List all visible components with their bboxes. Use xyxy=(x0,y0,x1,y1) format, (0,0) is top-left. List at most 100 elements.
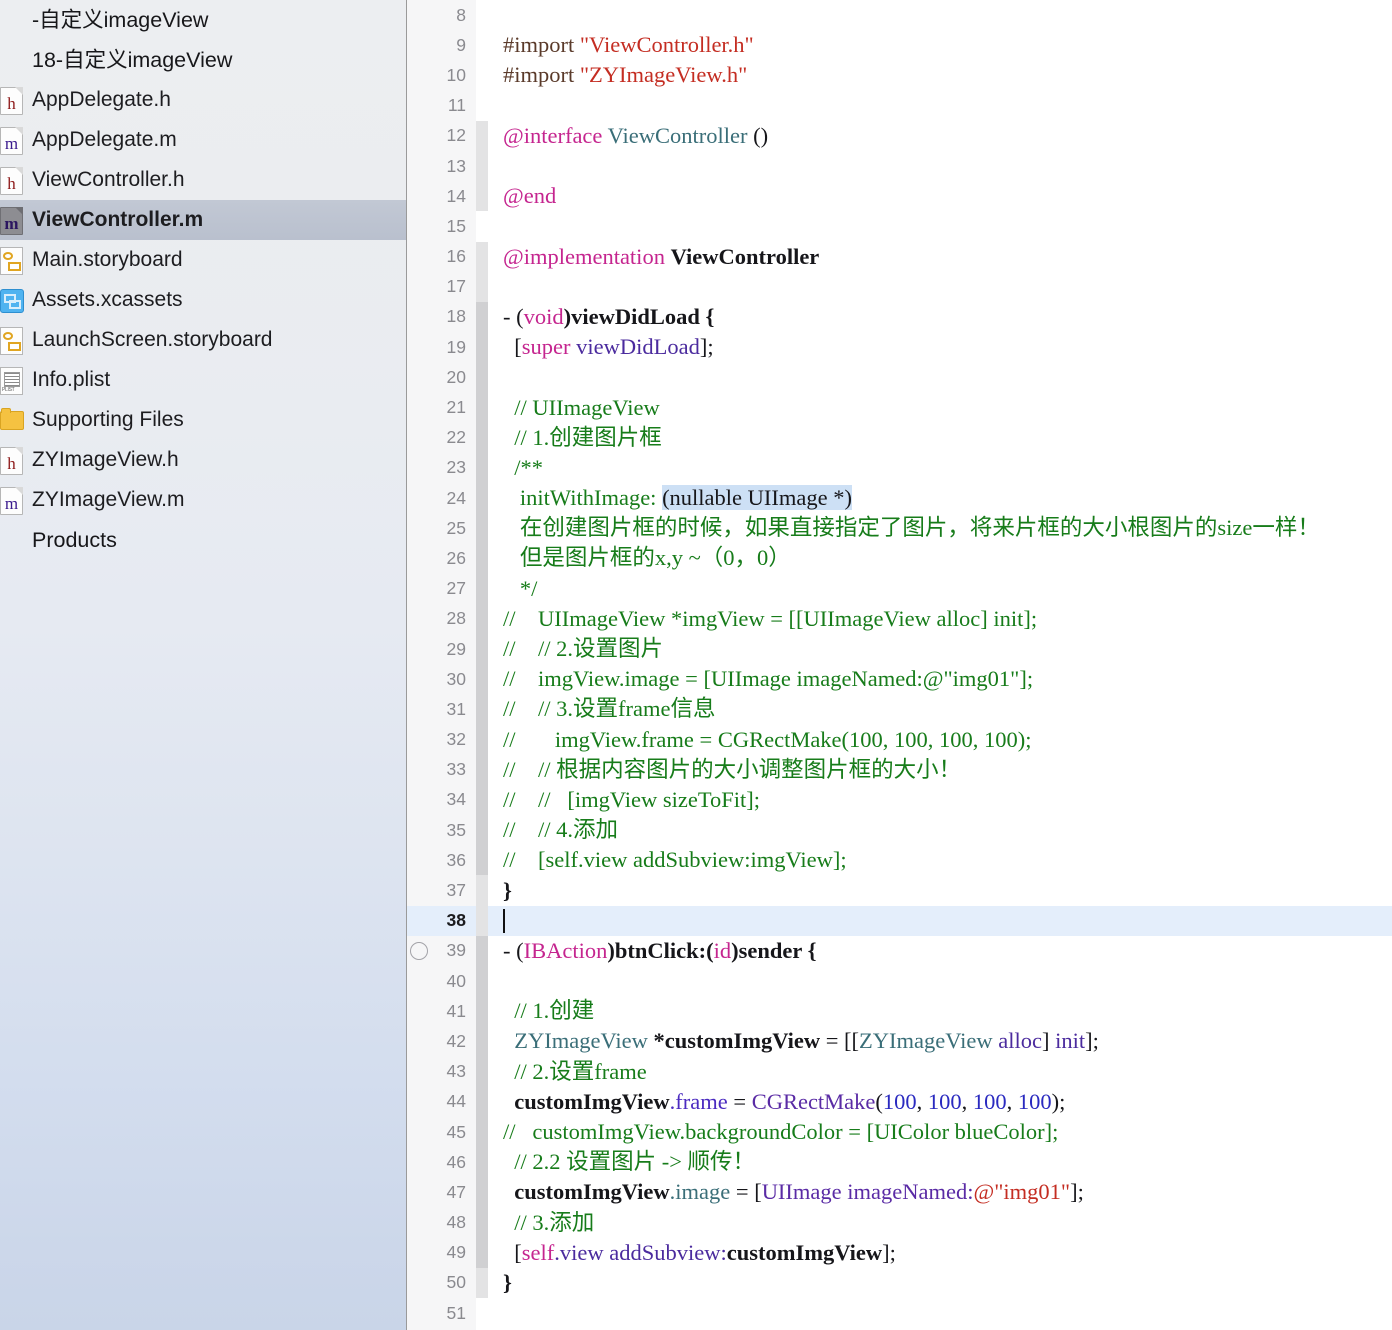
code-text[interactable]: [super viewDidLoad]; xyxy=(488,332,1392,362)
code-line[interactable]: 35 // // 4.添加 xyxy=(407,815,1392,846)
code-line[interactable]: 49 [self.view addSubview:customImgView]; xyxy=(407,1237,1392,1268)
fold-ribbon-segment[interactable] xyxy=(476,815,488,846)
fold-ribbon-segment[interactable] xyxy=(476,271,488,302)
navigator-item-supporting-files[interactable]: Supporting Files xyxy=(0,400,407,440)
code-line[interactable]: 37} xyxy=(407,875,1392,906)
fold-ribbon-segment[interactable] xyxy=(476,724,488,755)
navigator-item-products[interactable]: Products xyxy=(0,520,407,560)
navigator-item-main.storyboard[interactable]: Main.storyboard xyxy=(0,240,407,280)
code-text[interactable]: ZYImageView *customImgView = [[ZYImageVi… xyxy=(488,1026,1392,1056)
code-text[interactable]: // // 4.添加 xyxy=(488,815,1392,845)
fold-ribbon-segment[interactable] xyxy=(476,301,488,333)
code-text[interactable]: } xyxy=(488,876,1392,906)
navigator-item-viewcontroller.h[interactable]: h ViewController.h xyxy=(0,160,407,200)
code-text[interactable]: // // 2.设置图片 xyxy=(488,634,1392,664)
code-line[interactable]: 32 // imgView.frame = CGRectMake(100, 100… xyxy=(407,724,1392,755)
fold-ribbon-segment[interactable] xyxy=(476,603,488,634)
code-text[interactable]: @end xyxy=(488,181,1392,211)
fold-ribbon-segment[interactable] xyxy=(476,784,488,816)
code-line[interactable]: 48 // 3.添加 xyxy=(407,1207,1392,1238)
code-text[interactable]: - (void)viewDidLoad { xyxy=(488,302,1392,332)
fold-ribbon-segment[interactable] xyxy=(476,513,488,544)
code-line[interactable]: 9 #import "ViewController.h" xyxy=(407,30,1392,60)
fold-ribbon-segment[interactable] xyxy=(476,30,488,60)
code-line[interactable]: 13 xyxy=(407,150,1392,182)
fold-ribbon-segment[interactable] xyxy=(476,754,488,785)
code-text[interactable]: // 2.2 设置图片 -> 顺传！ xyxy=(488,1147,1392,1177)
fold-ribbon-segment[interactable] xyxy=(476,362,488,393)
navigator-item-zyimageview.m[interactable]: m ZYImageView.m xyxy=(0,480,407,520)
code-line[interactable]: 30 // imgView.image = [UIImage imageNamed… xyxy=(407,664,1392,695)
code-line[interactable]: 25 在创建图片框的时候，如果直接指定了图片，将来片框的大小根图片的size一样… xyxy=(407,513,1392,544)
fold-ribbon-segment[interactable] xyxy=(476,150,488,182)
fold-ribbon-segment[interactable] xyxy=(476,483,488,514)
fold-ribbon-segment[interactable] xyxy=(476,241,488,272)
fold-ribbon-segment[interactable] xyxy=(476,664,488,695)
code-line[interactable]: 43 // 2.设置frame xyxy=(407,1056,1392,1087)
code-line[interactable]: 46 // 2.2 设置图片 -> 顺传！ xyxy=(407,1147,1392,1178)
navigator-item-assets.xcassets[interactable]: Assets.xcassets xyxy=(0,280,407,320)
code-line[interactable]: 15 xyxy=(407,211,1392,241)
code-text[interactable]: initWithImage: (nullable UIImage *) xyxy=(488,483,1392,513)
navigator-item-zyimageview.h[interactable]: h ZYImageView.h xyxy=(0,440,407,480)
fold-ribbon-segment[interactable] xyxy=(476,1207,488,1238)
code-line[interactable]: 31 // // 3.设置frame信息 xyxy=(407,694,1392,725)
code-text[interactable]: // customImgView.backgroundColor = [UICo… xyxy=(488,1117,1392,1147)
project-navigator-list[interactable]: -自定义imageView 18-自定义imageView h AppDelegate… xyxy=(0,0,407,560)
code-line[interactable]: 39- (IBAction)btnClick:(id)sender { xyxy=(407,935,1392,966)
code-line[interactable]: 34 // // [imgView sizeToFit]; xyxy=(407,784,1392,816)
code-text[interactable]: // 1.创建 xyxy=(488,996,1392,1026)
code-text[interactable]: // // 根据内容图片的大小调整图片框的大小！ xyxy=(488,755,1392,785)
fold-ribbon-segment[interactable] xyxy=(476,573,488,604)
code-lines-container[interactable]: 8 9 #import "ViewController.h" 10 #import "Z… xyxy=(407,0,1392,1330)
code-text[interactable]: */ xyxy=(488,574,1392,604)
fold-ribbon-segment[interactable] xyxy=(476,120,488,151)
fold-ribbon-segment[interactable] xyxy=(476,1298,488,1328)
code-text[interactable]: // 2.设置frame xyxy=(488,1057,1392,1087)
project-navigator[interactable]: -自定义imageView 18-自定义imageView h AppDelegate… xyxy=(0,0,407,1330)
code-text[interactable]: // 3.添加 xyxy=(488,1208,1392,1238)
code-text[interactable]: } xyxy=(488,1268,1392,1298)
navigator-item-viewcontroller.m[interactable]: m ViewController.m xyxy=(0,200,407,240)
fold-ribbon-segment[interactable] xyxy=(476,332,488,363)
code-text[interactable]: @implementation ViewController xyxy=(488,242,1392,272)
code-line[interactable]: 11 xyxy=(407,91,1392,121)
code-line[interactable]: 41 // 1.创建 xyxy=(407,996,1392,1027)
code-line[interactable]: 10 #import "ZYImageView.h" xyxy=(407,60,1392,90)
code-line[interactable]: 14 @end xyxy=(407,181,1392,212)
fold-ribbon-segment[interactable] xyxy=(476,1237,488,1268)
code-line[interactable]: 26 但是图片框的x,y ~（0，0） xyxy=(407,543,1392,574)
code-line[interactable]: 50} xyxy=(407,1267,1392,1299)
fold-ribbon-segment[interactable] xyxy=(476,60,488,90)
code-line[interactable]: 21 // UIImageView xyxy=(407,392,1392,423)
code-text[interactable]: - (IBAction)btnClick:(id)sender { xyxy=(488,936,1392,966)
code-line[interactable]: 47 customImgView.image = [UIImage imageN… xyxy=(407,1177,1392,1208)
code-text[interactable]: 在创建图片框的时候，如果直接指定了图片，将来片框的大小根图片的size一样！ xyxy=(488,513,1392,543)
code-line[interactable]: 16 @implementation ViewController xyxy=(407,241,1392,272)
code-text[interactable]: [self.view addSubview:customImgView]; xyxy=(488,1238,1392,1268)
code-line[interactable]: 42 ZYImageView *customImgView = [[ZYImag… xyxy=(407,1026,1392,1057)
fold-ribbon-segment[interactable] xyxy=(476,211,488,241)
method-indicator-icon[interactable] xyxy=(410,941,428,960)
code-line[interactable]: 45 // customImgView.backgroundColor = [UI… xyxy=(407,1116,1392,1148)
navigator-item-info.plist[interactable]: PLIST Info.plist xyxy=(0,360,407,400)
fold-ribbon-segment[interactable] xyxy=(476,633,488,665)
code-line[interactable]: 19 [super viewDidLoad]; xyxy=(407,332,1392,363)
code-text[interactable]: customImgView.image = [UIImage imageName… xyxy=(488,1177,1392,1207)
code-text[interactable]: @interface ViewController () xyxy=(488,121,1392,151)
code-line[interactable]: 18 - (void)viewDidLoad { xyxy=(407,301,1392,333)
fold-ribbon-segment[interactable] xyxy=(476,392,488,423)
code-line[interactable]: 36 // [self.view addSubview:imgView]; xyxy=(407,845,1392,876)
code-text[interactable]: #import "ZYImageView.h" xyxy=(488,60,1392,90)
fold-ribbon-segment[interactable] xyxy=(476,1056,488,1087)
code-line[interactable]: 28 // UIImageView *imgView = [[UIImageVie… xyxy=(407,603,1392,634)
fold-ribbon-segment[interactable] xyxy=(476,91,488,121)
code-text[interactable]: // // [imgView sizeToFit]; xyxy=(488,785,1392,815)
code-line[interactable]: 44 customImgView.frame = CGRectMake(100,… xyxy=(407,1086,1392,1117)
code-text[interactable] xyxy=(488,906,1392,936)
code-text[interactable]: // imgView.image = [UIImage imageNamed:@… xyxy=(488,664,1392,694)
code-line[interactable]: 17 xyxy=(407,271,1392,302)
fold-ribbon-segment[interactable] xyxy=(476,694,488,725)
source-code-editor[interactable]: 8 9 #import "ViewController.h" 10 #import "Z… xyxy=(407,0,1392,1330)
code-text[interactable]: 但是图片框的x,y ~（0，0） xyxy=(488,543,1392,573)
